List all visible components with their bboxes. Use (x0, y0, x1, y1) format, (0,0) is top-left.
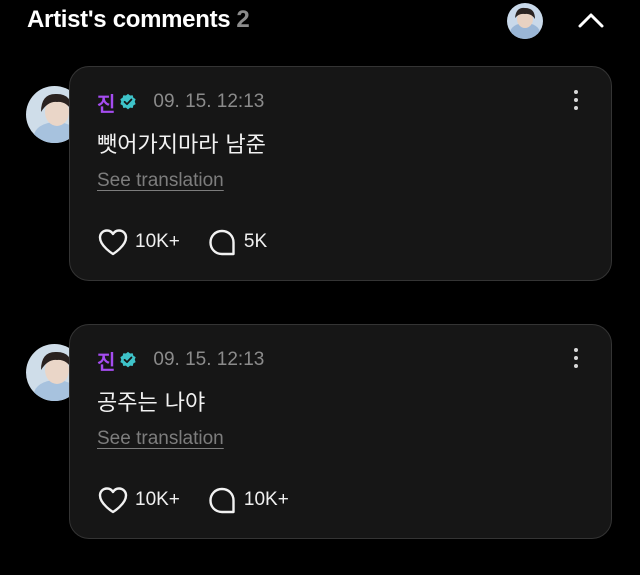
comment-actions: 10K+ 5K (97, 227, 293, 257)
comment-timestamp: 09. 15. 12:13 (153, 349, 265, 370)
see-translation-link[interactable]: See translation (97, 170, 224, 192)
reply-count: 10K+ (243, 489, 289, 510)
section-title: Artist's comments 2 (27, 6, 250, 34)
collapse-chevron-up-icon[interactable] (576, 8, 606, 32)
like-count: 10K+ (135, 231, 180, 252)
heart-icon (98, 487, 128, 514)
reply-button[interactable]: 10K+ (206, 485, 289, 515)
comment-bubble-icon (209, 229, 235, 256)
section-title-label: Artist's comments (27, 6, 231, 33)
artist-name[interactable]: 진 (97, 346, 115, 375)
comment-timestamp: 09. 15. 12:13 (153, 91, 265, 112)
header-avatar[interactable] (507, 3, 543, 39)
comment-meta: 진 09. 15. 12:13 (97, 88, 265, 117)
like-button[interactable]: 10K+ (97, 485, 180, 515)
like-button[interactable]: 10K+ (97, 227, 180, 257)
comments-header: Artist's comments 2 (0, 0, 640, 44)
comment-actions: 10K+ 10K+ (97, 485, 315, 515)
comment-text: 공주는 나야 (97, 391, 206, 416)
artist-name[interactable]: 진 (97, 88, 115, 117)
reply-button[interactable]: 5K (206, 227, 267, 257)
more-vertical-icon[interactable] (571, 90, 581, 114)
like-count: 10K+ (135, 489, 180, 510)
comment-meta: 진 09. 15. 12:13 (97, 346, 265, 375)
comment-text: 뺏어가지마라 남준 (97, 133, 266, 158)
see-translation-link[interactable]: See translation (97, 428, 224, 450)
comment-card: 진 09. 15. 12:13 공주는 나야 See translation 1… (69, 324, 612, 539)
comment-count: 2 (236, 6, 250, 33)
verified-badge-icon (120, 351, 137, 368)
verified-badge-icon (120, 93, 137, 110)
heart-icon (98, 229, 128, 256)
reply-count: 5K (243, 231, 268, 252)
comment-card: 진 09. 15. 12:13 뺏어가지마라 남준 See translatio… (69, 66, 612, 281)
more-vertical-icon[interactable] (571, 348, 581, 372)
comment-bubble-icon (209, 487, 235, 514)
